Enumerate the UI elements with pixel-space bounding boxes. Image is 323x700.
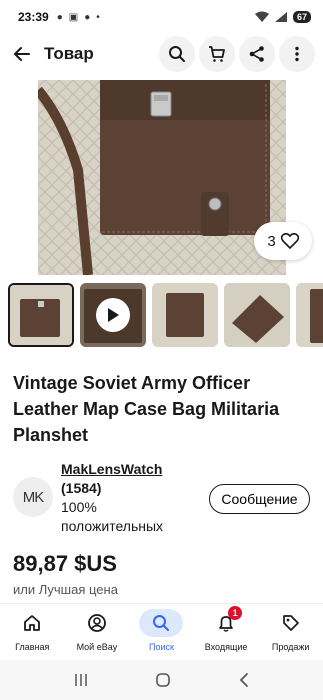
thumbnail-photo <box>10 285 72 345</box>
thumbnail-photo <box>152 283 218 347</box>
wifi-icon <box>254 11 269 22</box>
app-header: Товар <box>0 34 323 74</box>
seller-feedback-count: (1584) <box>61 480 102 496</box>
product-photo <box>38 80 286 275</box>
best-offer-text: или Лучшая цена <box>13 582 118 597</box>
nav-icon-wrap <box>75 609 119 637</box>
heart-icon <box>280 233 299 249</box>
more-dot-icon: • <box>96 11 100 23</box>
seller-info: MakLensWatch (1584) 100% положительных <box>61 460 163 536</box>
notification-dot-icon: ● <box>56 11 63 23</box>
seller-name-link[interactable]: MakLensWatch <box>61 460 163 479</box>
price: 89,87 $US <box>13 551 117 576</box>
nav-my-ebay[interactable]: Мой eBay <box>65 604 130 658</box>
arrow-left-icon <box>13 47 30 61</box>
more-vertical-icon <box>295 46 299 62</box>
screenshot-icon: ▣ <box>68 11 79 23</box>
share-icon <box>249 46 264 62</box>
account-icon <box>87 614 106 632</box>
status-time: 23:39 <box>18 10 49 24</box>
page-title: Товар <box>44 44 94 63</box>
nav-icon-wrap <box>269 609 313 637</box>
back-chevron-icon[interactable] <box>238 672 250 688</box>
search-icon <box>153 615 170 631</box>
product-title: Vintage Soviet Army Officer Leather Map … <box>13 373 280 445</box>
bottom-navigation: Главная Мой eBay Поиск 1 Входящие Продаж… <box>0 603 323 658</box>
product-main-image[interactable] <box>38 80 286 275</box>
tag-icon <box>282 615 299 631</box>
home-circle-icon[interactable] <box>155 672 171 688</box>
nav-search[interactable]: Поиск <box>129 604 194 658</box>
notification-icons: ● ▣ ● • <box>57 12 100 23</box>
nav-icon-wrap <box>139 609 184 637</box>
status-bar: 23:39 ● ▣ ● • 67 <box>0 0 323 34</box>
seller-positive-percent: 100% <box>61 499 97 515</box>
notification-badge: 1 <box>228 606 243 620</box>
recent-apps-icon[interactable] <box>73 673 89 687</box>
share-button[interactable] <box>239 36 275 72</box>
nav-inbox[interactable]: 1 Входящие <box>194 604 259 658</box>
thumbnail[interactable] <box>8 283 74 347</box>
home-icon <box>24 615 41 631</box>
cart-button[interactable] <box>199 36 235 72</box>
thumbnail-video[interactable] <box>80 283 146 347</box>
seller-avatar[interactable]: MK <box>13 477 53 517</box>
nav-label: Главная <box>15 642 50 652</box>
thumbnail[interactable] <box>224 283 290 347</box>
play-button[interactable] <box>96 298 130 332</box>
battery-icon: 67 <box>292 11 311 23</box>
thumbnail-strip <box>8 283 323 347</box>
nav-label: Мой eBay <box>76 642 118 652</box>
header-actions <box>159 36 323 72</box>
nav-label: Входящие <box>204 642 248 652</box>
seller-section: MK MakLensWatch (1584) 100% положительны… <box>13 460 313 540</box>
watch-button[interactable]: 3 <box>254 222 312 260</box>
thumbnail[interactable] <box>152 283 218 347</box>
system-navigation-bar <box>0 660 323 700</box>
nav-icon-wrap <box>10 609 54 637</box>
thumbnail[interactable] <box>296 283 323 347</box>
signal-icon <box>274 12 287 22</box>
search-button[interactable] <box>159 36 195 72</box>
nav-icon-wrap: 1 <box>204 606 248 637</box>
thumbnail-photo <box>296 283 323 347</box>
search-icon <box>169 46 185 62</box>
nav-label: Поиск <box>149 642 174 652</box>
facebook-icon: ● <box>84 11 91 23</box>
watch-count: 3 <box>267 232 276 250</box>
seller-positive-label: положительных <box>61 518 164 534</box>
back-button[interactable] <box>0 34 44 74</box>
nav-home[interactable]: Главная <box>0 604 65 658</box>
cart-icon <box>209 46 225 62</box>
more-options-button[interactable] <box>279 36 315 72</box>
thumbnail-photo <box>224 283 290 347</box>
nav-label: Продажи <box>271 642 310 652</box>
status-right: 67 <box>254 11 311 23</box>
message-seller-button[interactable]: Сообщение <box>209 484 310 514</box>
nav-selling[interactable]: Продажи <box>258 604 323 658</box>
play-icon <box>108 308 119 322</box>
